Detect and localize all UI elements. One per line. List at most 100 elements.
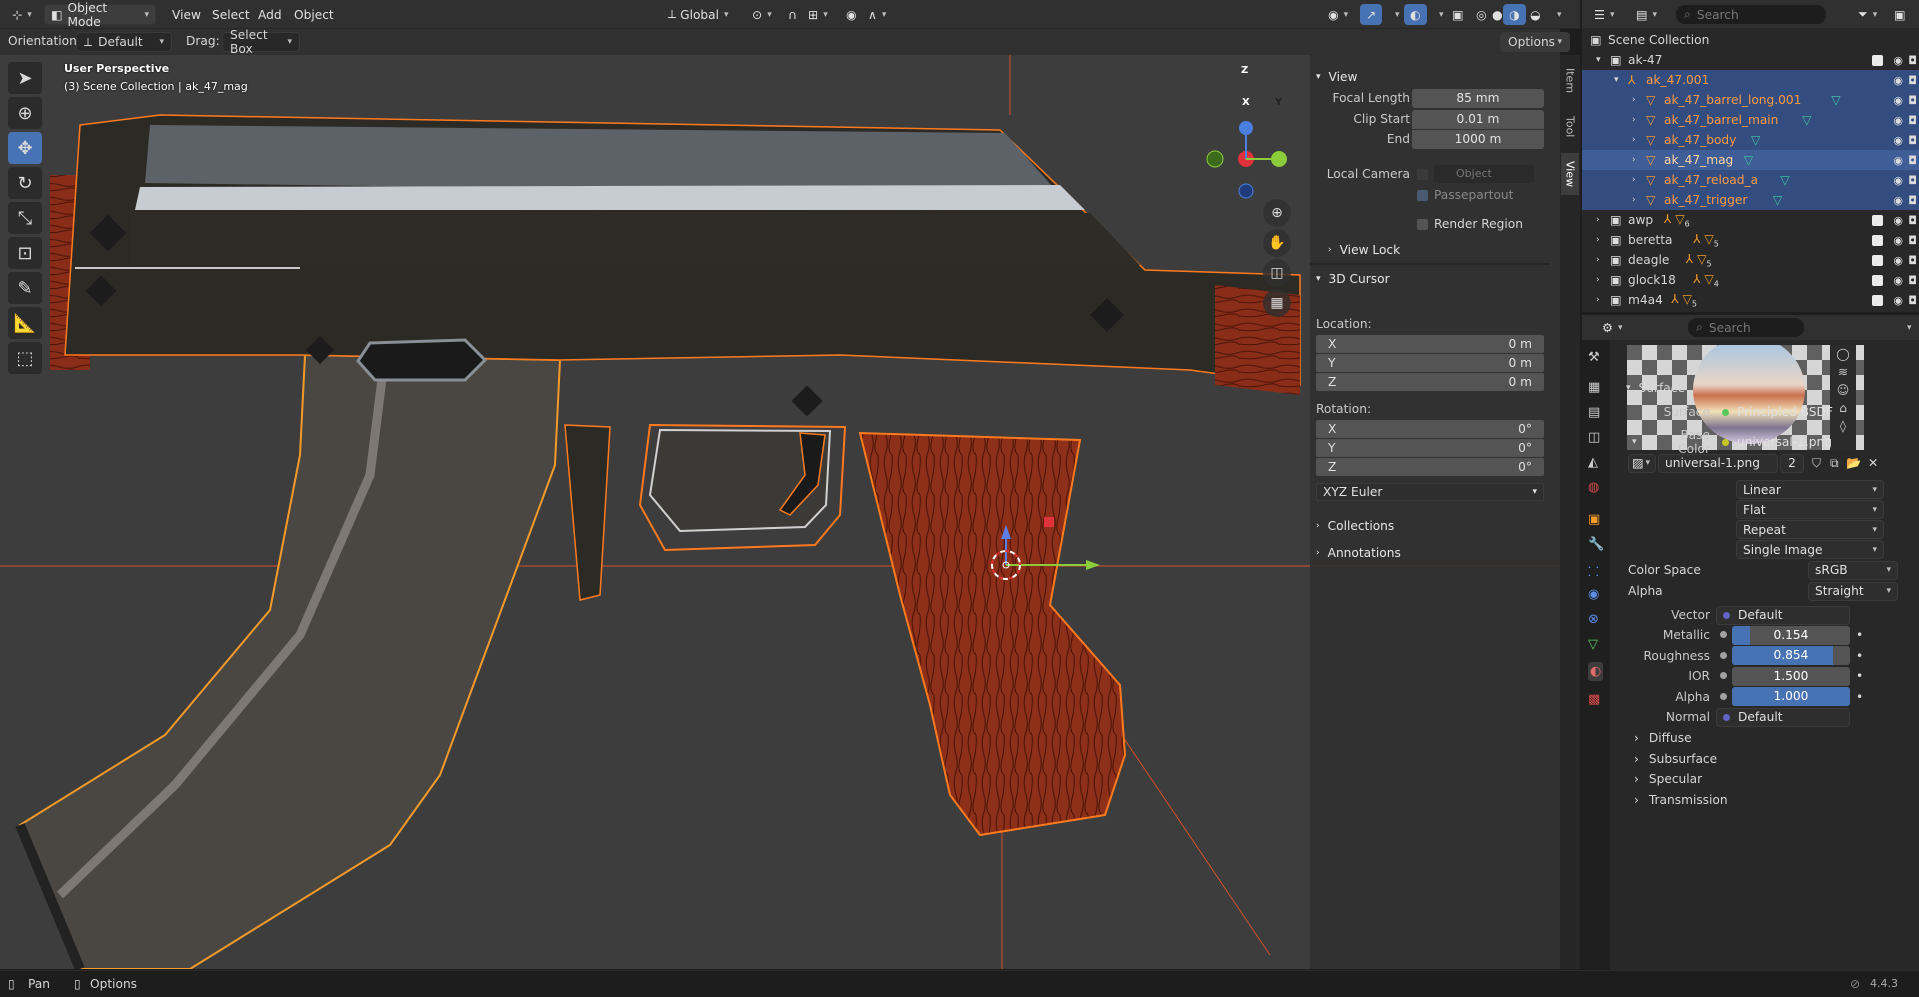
shading-material[interactable]: ◑: [1503, 4, 1526, 25]
snap-toggle[interactable]: ∩: [782, 4, 803, 25]
texture-tab-icon[interactable]: ▩: [1588, 692, 1600, 707]
extension-dropdown[interactable]: Repeat ▾: [1736, 520, 1884, 539]
eye-visibility-icon[interactable]: ◉: [1893, 214, 1903, 227]
eye-visibility-icon[interactable]: ◉: [1893, 94, 1903, 107]
camera-render-icon[interactable]: ◘: [1908, 134, 1917, 147]
keyframe-dot-icon[interactable]: •: [1856, 669, 1863, 683]
base-color-link[interactable]: universal-1.png: [1716, 433, 1908, 452]
outliner-row-glock18[interactable]: › ▣ glock18 ⅄ ▽4 ◉ ◘: [1582, 270, 1919, 290]
focal-length-field[interactable]: 85 mm: [1412, 88, 1544, 108]
expand-chevron-icon[interactable]: ▾: [1614, 75, 1619, 85]
properties-options[interactable]: ▾: [1896, 317, 1918, 338]
transform-tool[interactable]: ⊡: [8, 237, 42, 269]
menu-select[interactable]: Select: [206, 4, 256, 25]
expand-chevron-icon[interactable]: ›: [1632, 115, 1636, 125]
outliner-row-awp[interactable]: › ▣ awp ⅄ ▽6 ◉ ◘: [1582, 210, 1919, 230]
expand-chevron-icon[interactable]: ›: [1632, 155, 1636, 165]
outliner-row-ak-47-mag[interactable]: › ▽ ak_47_mag ▽ ◉ ◘: [1582, 150, 1919, 170]
tool-tab-icon[interactable]: ⚒: [1588, 350, 1600, 365]
output-tab-icon[interactable]: ▤: [1588, 405, 1600, 420]
physics-tab-icon[interactable]: ◉: [1588, 587, 1599, 602]
eye-visibility-icon[interactable]: ◉: [1893, 54, 1903, 67]
base-color-expand-icon[interactable]: ▾: [1632, 437, 1637, 447]
visibility-dropdown[interactable]: ◉ ▾: [1322, 4, 1354, 25]
options-dropdown[interactable]: Options ▾: [1500, 32, 1570, 52]
tab-view[interactable]: View: [1561, 153, 1579, 195]
cursor-location-x[interactable]: X 0 m: [1316, 335, 1544, 353]
outliner-row-ak-47-body[interactable]: › ▽ ak_47_body ▽ ◉ ◘: [1582, 130, 1919, 150]
expand-chevron-icon[interactable]: ›: [1632, 95, 1636, 105]
add-cube-tool[interactable]: ⬚: [8, 342, 42, 374]
mesh-data-icon[interactable]: ▽: [1831, 93, 1840, 107]
camera-render-icon[interactable]: ◘: [1908, 114, 1917, 127]
material-tab-icon[interactable]: ◐: [1588, 662, 1604, 681]
camera-view-icon[interactable]: ◫: [1263, 259, 1291, 287]
clip-start-field[interactable]: 0.01 m: [1412, 109, 1544, 129]
orientation-dropdown[interactable]: ⟂ Default ▾: [76, 32, 172, 52]
shading-rendered[interactable]: ◒: [1524, 4, 1547, 25]
cursor-rotation-y[interactable]: Y 0°: [1316, 439, 1544, 457]
camera-render-icon[interactable]: ◘: [1908, 54, 1917, 67]
ior-slider[interactable]: 1.500: [1732, 666, 1850, 686]
outliner-row-ak-47-barrel-long-001[interactable]: › ▽ ak_47_barrel_long.001 ▽ ◉ ◘: [1582, 90, 1919, 110]
move-tool[interactable]: ✥: [8, 132, 42, 164]
select-box-tool[interactable]: ➤: [8, 62, 42, 94]
outliner-row-ak-47-barrel-main[interactable]: › ▽ ak_47_barrel_main ▽ ◉ ◘: [1582, 110, 1919, 130]
subpanel-specular[interactable]: › Specular: [1634, 769, 1914, 789]
modifier-wrench-icon[interactable]: 🔧: [1588, 537, 1604, 552]
image-name-field[interactable]: universal-1.png: [1658, 453, 1778, 473]
clip-end-field[interactable]: 1000 m: [1412, 129, 1544, 149]
eye-visibility-icon[interactable]: ◉: [1893, 74, 1903, 87]
menu-object[interactable]: Object: [288, 4, 340, 25]
exclude-checkbox[interactable]: [1872, 254, 1883, 266]
shading-dropdown[interactable]: ▾: [1546, 4, 1568, 25]
exclude-checkbox[interactable]: [1872, 54, 1883, 66]
cursor-rotation-z[interactable]: Z 0°: [1316, 458, 1544, 476]
exclude-checkbox[interactable]: [1872, 294, 1883, 306]
gizmo-y-label[interactable]: Y: [1275, 97, 1282, 108]
camera-render-icon[interactable]: ◘: [1908, 254, 1917, 267]
exclude-checkbox[interactable]: [1872, 214, 1883, 226]
3d-cursor-header[interactable]: ▾ 3D Cursor: [1316, 269, 1390, 289]
expand-chevron-icon[interactable]: ›: [1632, 175, 1636, 185]
expand-chevron-icon[interactable]: ›: [1596, 275, 1600, 285]
local-camera-object-field[interactable]: Object: [1434, 165, 1534, 183]
expand-chevron-icon[interactable]: ›: [1596, 255, 1600, 265]
editor-type-button[interactable]: ⊹ ▾: [6, 4, 38, 25]
eye-visibility-icon[interactable]: ◉: [1893, 134, 1903, 147]
metallic-slider[interactable]: 0.154: [1732, 625, 1850, 645]
scene-tab-icon[interactable]: ◭: [1588, 455, 1598, 470]
eye-visibility-icon[interactable]: ◉: [1893, 174, 1903, 187]
fake-user-shield-icon[interactable]: ⛉: [1812, 456, 1821, 471]
mesh-data-icon[interactable]: ▽: [1744, 153, 1753, 167]
camera-render-icon[interactable]: ◘: [1908, 154, 1917, 167]
eye-visibility-icon[interactable]: ◉: [1893, 274, 1903, 287]
view-lock-header[interactable]: › View Lock: [1328, 240, 1400, 260]
camera-render-icon[interactable]: ◘: [1908, 294, 1917, 307]
camera-render-icon[interactable]: ◘: [1908, 174, 1917, 187]
source-dropdown[interactable]: Single Image ▾: [1736, 540, 1884, 559]
subpanel-transmission[interactable]: › Transmission: [1634, 790, 1914, 810]
camera-render-icon[interactable]: ◘: [1908, 214, 1917, 227]
eye-visibility-icon[interactable]: ◉: [1893, 154, 1903, 167]
expand-chevron-icon[interactable]: ›: [1632, 195, 1636, 205]
expand-chevron-icon[interactable]: ›: [1632, 135, 1636, 145]
tab-item[interactable]: Item: [1561, 61, 1579, 101]
pivot-dropdown[interactable]: ⊙ ▾: [746, 4, 778, 25]
measure-tool[interactable]: 📐: [8, 307, 42, 339]
falloff-dropdown[interactable]: ∧ ▾: [862, 4, 892, 25]
zoom-icon[interactable]: ⊕: [1263, 199, 1291, 227]
filter-dropdown[interactable]: ⏷ ▾: [1852, 4, 1883, 25]
annotate-tool[interactable]: ✎: [8, 272, 42, 304]
normal-input[interactable]: Default: [1716, 707, 1850, 727]
alpha-slider[interactable]: 1.000: [1732, 687, 1850, 706]
keyframe-dot-icon[interactable]: •: [1856, 690, 1863, 704]
roughness-slider[interactable]: 0.854: [1732, 646, 1850, 665]
collections-header[interactable]: › Collections: [1316, 516, 1394, 536]
mesh-data-icon[interactable]: ▽: [1773, 193, 1782, 207]
cursor-location-z[interactable]: Z 0 m: [1316, 373, 1544, 391]
constraints-tab-icon[interactable]: ⊗: [1588, 612, 1599, 627]
interpolation-dropdown[interactable]: Linear ▾: [1736, 480, 1884, 499]
expand-chevron-icon[interactable]: ▾: [1596, 55, 1601, 65]
outliner-row-ak-47-trigger[interactable]: › ▽ ak_47_trigger ▽ ◉ ◘: [1582, 190, 1919, 210]
